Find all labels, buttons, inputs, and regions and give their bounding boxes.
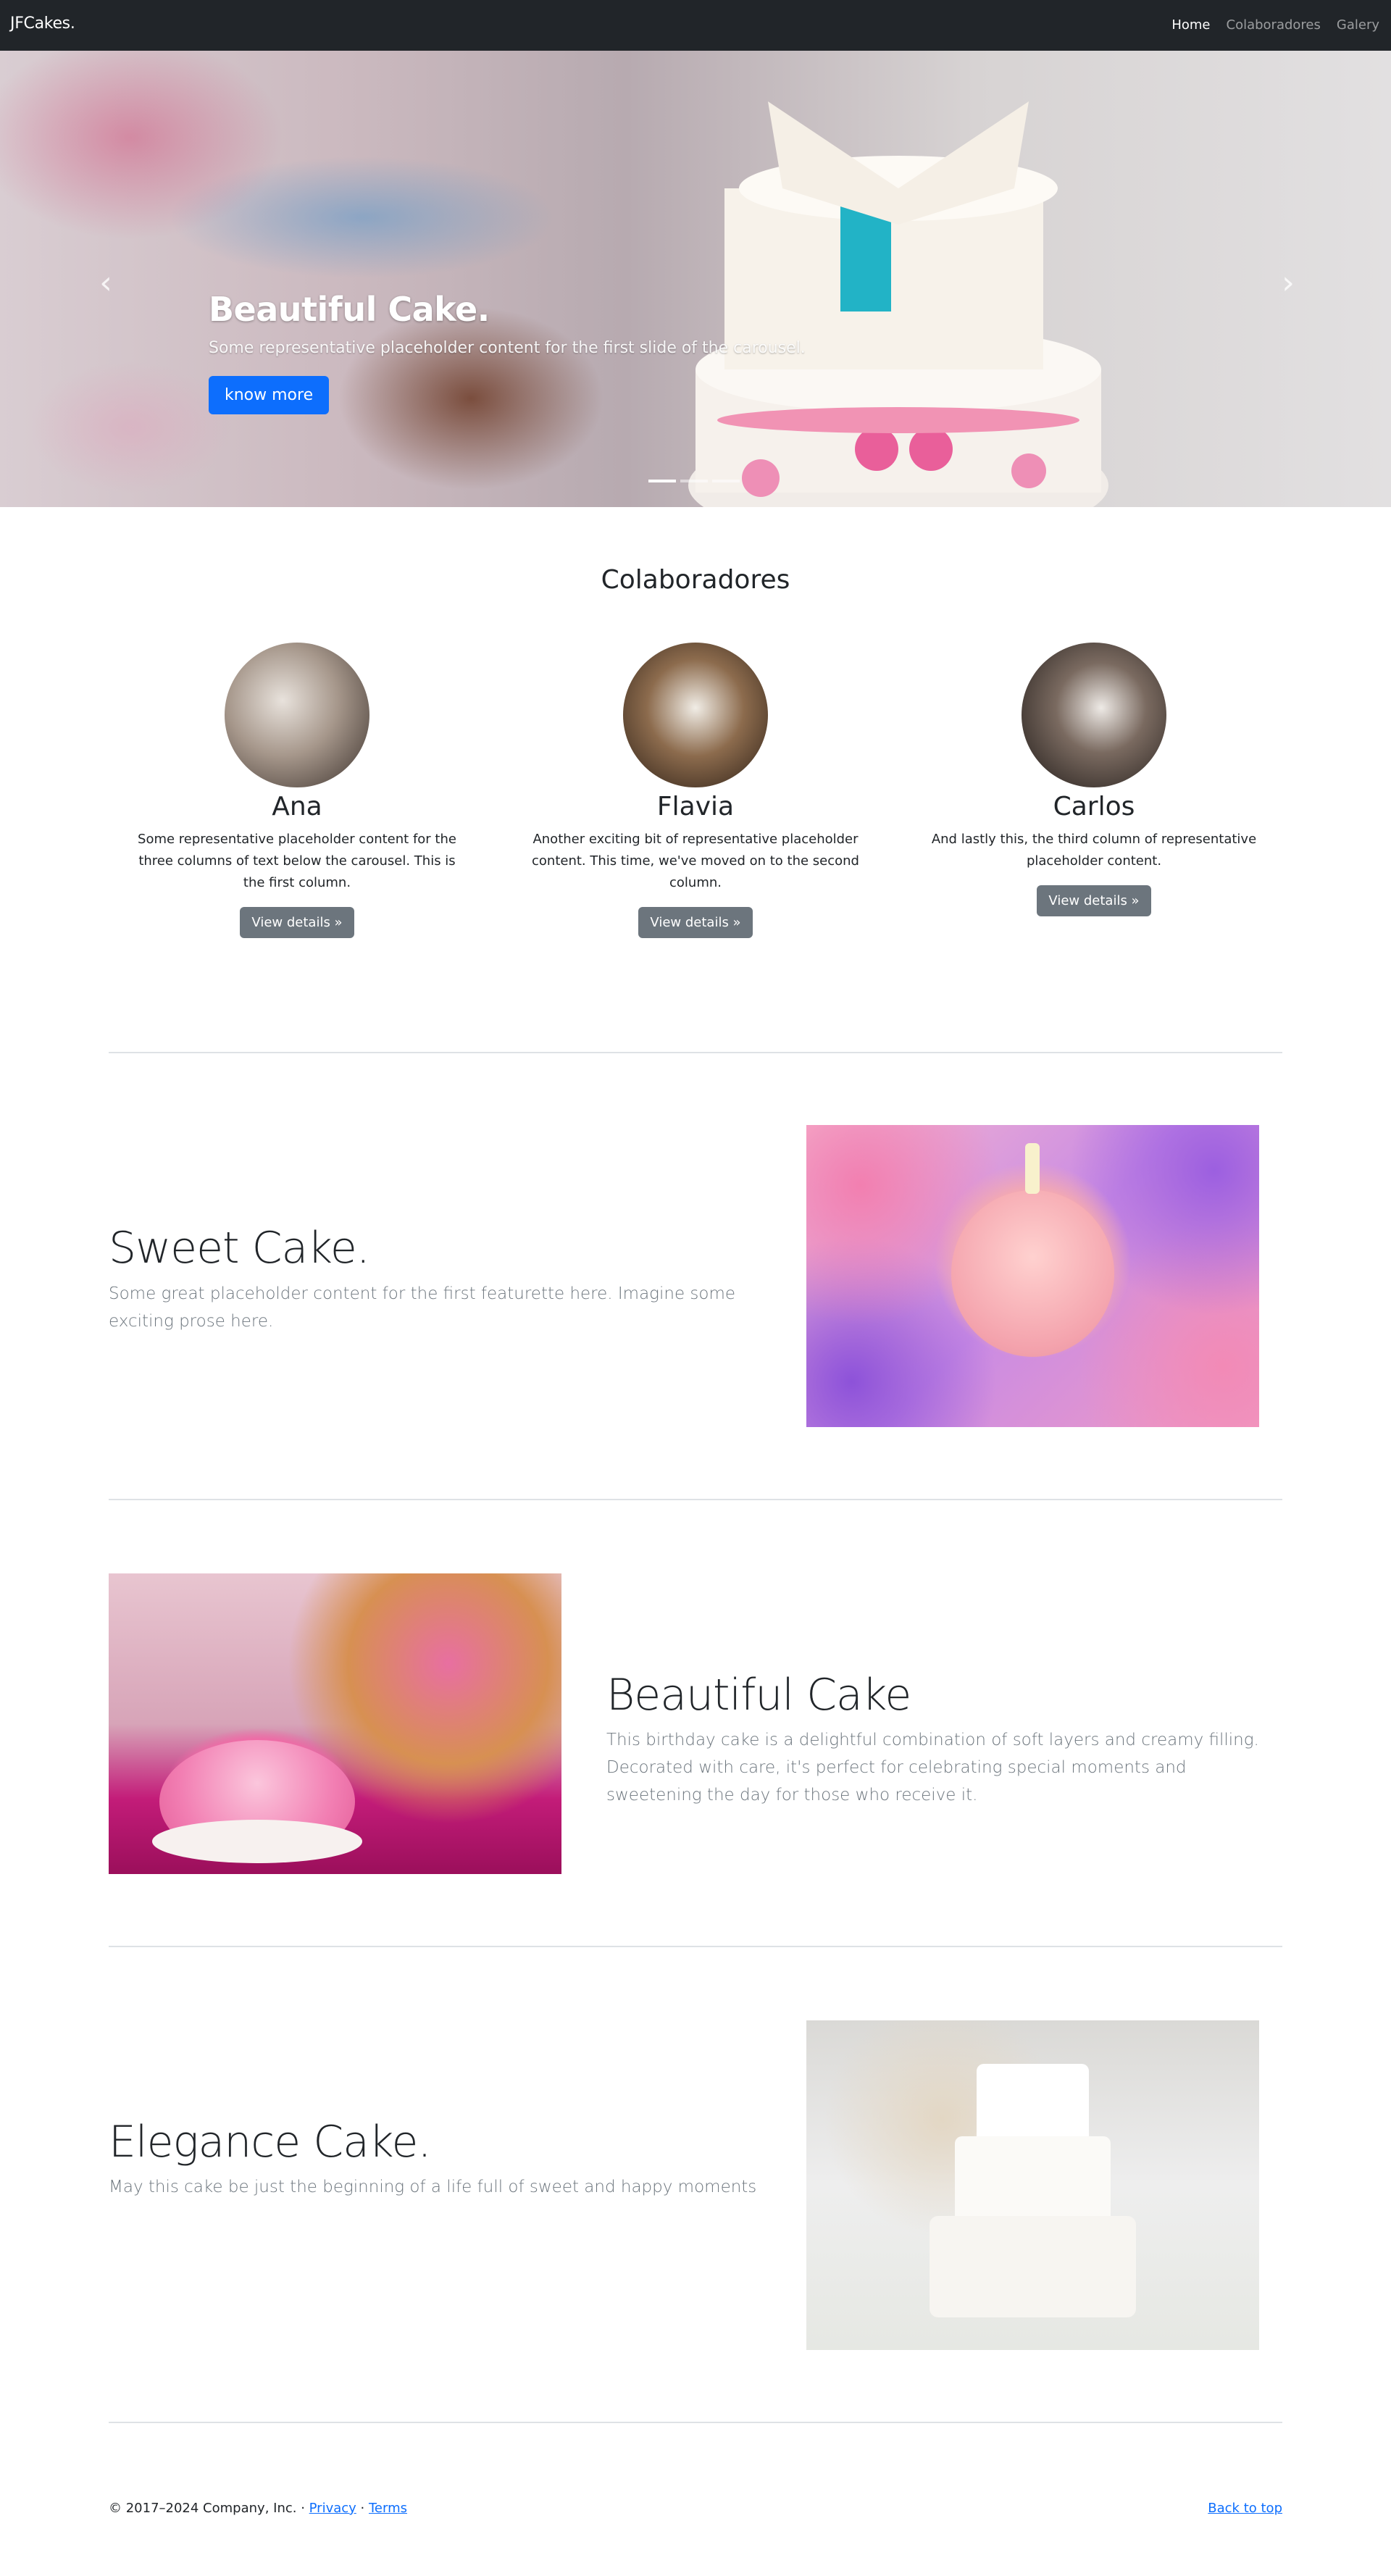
view-details-button[interactable]: View details » bbox=[240, 907, 354, 938]
featurette-text: Some great placeholder content for the f… bbox=[109, 1284, 736, 1331]
collaborator-description: Another exciting bit of representative p… bbox=[532, 832, 859, 890]
featurette-heading: Elegance Cake. bbox=[109, 2117, 432, 2167]
nav-links: Home Colaboradores Galery bbox=[1171, 17, 1379, 33]
hero-carousel: ‹ › Beautiful Cake. Some representative … bbox=[0, 51, 1391, 507]
know-more-button[interactable]: know more bbox=[209, 376, 330, 414]
privacy-link[interactable]: Privacy bbox=[309, 2501, 356, 2516]
copyright-text: © 2017–2024 Company, Inc. · bbox=[109, 2501, 309, 2516]
view-details-button[interactable]: View details » bbox=[638, 907, 753, 938]
collaborator-name: Carlos bbox=[1053, 792, 1135, 821]
footer-divider bbox=[109, 2422, 1282, 2423]
terms-link[interactable]: Terms bbox=[369, 2501, 407, 2516]
carousel-indicator-3[interactable] bbox=[712, 480, 740, 482]
collaborator-card: Ana Some representative placeholder cont… bbox=[123, 643, 471, 938]
collaborator-card: Flavia Another exciting bit of represent… bbox=[522, 643, 869, 938]
navbar: JFCakes. Home Colaboradores Galery bbox=[0, 0, 1391, 51]
sweet-cake-image bbox=[806, 1125, 1259, 1427]
carousel-indicator-2[interactable] bbox=[680, 480, 708, 482]
avatar bbox=[623, 643, 768, 787]
featurette-divider bbox=[109, 1946, 1282, 1947]
carousel-caption: Beautiful Cake. Some representative plac… bbox=[209, 290, 861, 414]
back-to-top-link[interactable]: Back to top bbox=[1208, 2501, 1282, 2516]
featurette-text: May this cake be just the beginning of a… bbox=[109, 2178, 757, 2196]
nav-link-colaboradores[interactable]: Colaboradores bbox=[1227, 17, 1321, 33]
collaborator-card: Carlos And lastly this, the third column… bbox=[920, 643, 1268, 916]
collaborator-description: And lastly this, the third column of rep… bbox=[931, 832, 1257, 869]
featurette-text: This birthday cake is a delightful combi… bbox=[606, 1731, 1259, 1805]
avatar bbox=[1022, 643, 1166, 787]
carousel-text: Some representative placeholder content … bbox=[209, 339, 806, 357]
nav-link-home[interactable]: Home bbox=[1171, 17, 1210, 33]
featurette-divider bbox=[109, 1499, 1282, 1500]
collaborator-name: Ana bbox=[272, 792, 322, 821]
avatar bbox=[225, 643, 369, 787]
collaborator-description: Some representative placeholder content … bbox=[138, 832, 456, 890]
view-details-button[interactable]: View details » bbox=[1037, 885, 1151, 916]
collaborators-heading: Colaboradores bbox=[601, 565, 790, 595]
footer-separator: · bbox=[356, 2501, 369, 2516]
footer-copyright: © 2017–2024 Company, Inc. · Privacy · Te… bbox=[109, 2501, 407, 2516]
elegance-cake-image bbox=[806, 2020, 1259, 2350]
carousel-indicators bbox=[648, 480, 740, 482]
carousel-indicator-1[interactable] bbox=[648, 480, 676, 482]
collaborator-name: Flavia bbox=[656, 792, 735, 821]
carousel-title: Beautiful Cake. bbox=[209, 290, 490, 329]
carousel-next-icon[interactable]: › bbox=[1266, 261, 1310, 304]
featurette-heading: Beautiful Cake bbox=[606, 1670, 911, 1720]
featurette-heading: Sweet Cake. bbox=[109, 1223, 370, 1274]
brand-logo[interactable]: JFCakes. bbox=[10, 14, 75, 33]
featurette-divider bbox=[109, 1052, 1282, 1053]
beautiful-cake-image bbox=[109, 1573, 561, 1874]
nav-link-galery[interactable]: Galery bbox=[1337, 17, 1379, 33]
carousel-prev-icon[interactable]: ‹ bbox=[84, 261, 128, 304]
